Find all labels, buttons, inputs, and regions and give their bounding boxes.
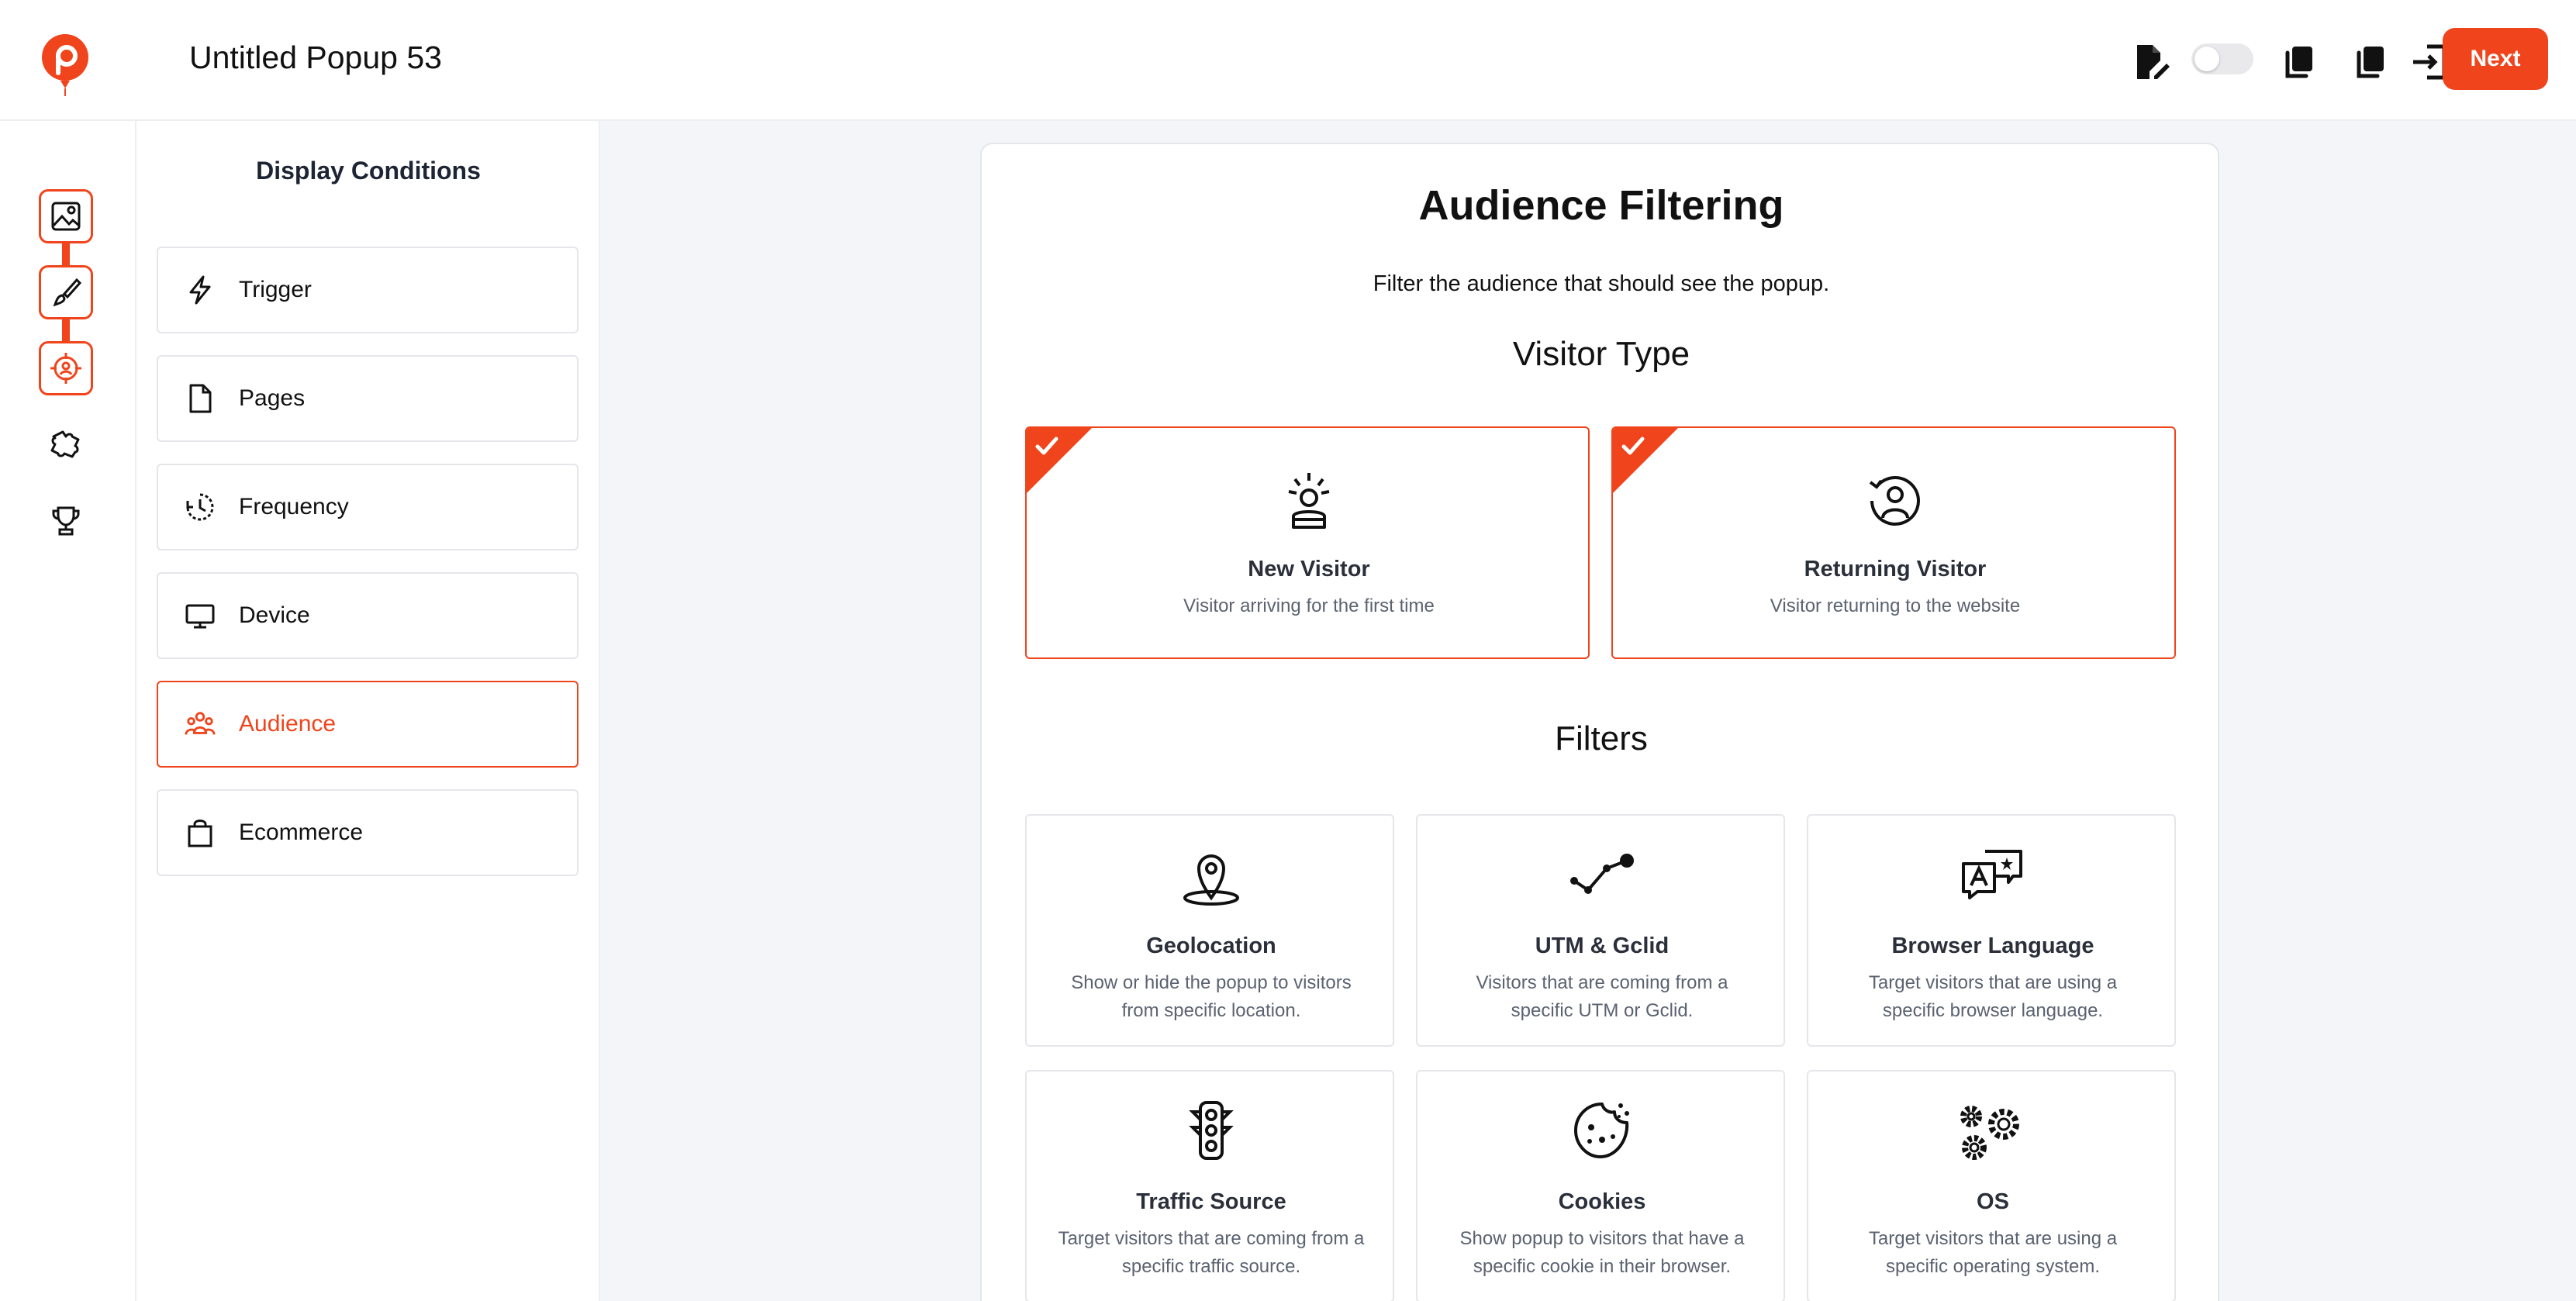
- filter-cookies[interactable]: Cookies Show popup to visitors that have…: [1416, 1070, 1785, 1301]
- filter-desc: Target visitors that are using a specifi…: [1868, 1228, 2118, 1277]
- duplicate-icon[interactable]: [2351, 42, 2391, 82]
- sidebar-item-trigger[interactable]: Trigger: [157, 247, 578, 333]
- page-title[interactable]: Untitled Popup 53: [189, 36, 442, 79]
- step-targeting-button[interactable]: [39, 341, 93, 395]
- monitor-icon: [185, 600, 216, 631]
- step-design-button[interactable]: [39, 265, 93, 319]
- visitor-type-heading: Visitor Type: [1512, 335, 1690, 373]
- analytics-line-icon: [1570, 854, 1634, 894]
- filter-desc: Show or hide the popup to visitors from …: [1071, 972, 1352, 1021]
- filter-desc: Target visitors that are coming from a s…: [1058, 1228, 1365, 1277]
- map-pin-icon: [1183, 854, 1239, 906]
- filters-heading: Filters: [1555, 720, 1648, 757]
- filter-os[interactable]: OS Target visitors that are using a spec…: [1807, 1070, 2176, 1301]
- sidebar-item-label: Ecommerce: [239, 820, 364, 845]
- filter-geolocation[interactable]: Geolocation Show or hide the popup to vi…: [1025, 814, 1394, 1047]
- gears-icon: [1960, 1106, 2019, 1160]
- section-title: Audience Filtering: [1418, 182, 1784, 229]
- step-integrations-button[interactable]: [39, 417, 93, 471]
- audience-filtering-card: Audience Filtering Filter the audience t…: [980, 143, 2219, 1301]
- filter-name: OS: [1977, 1189, 2009, 1214]
- filter-utm-gclid[interactable]: UTM & Gclid Visitors that are coming fro…: [1416, 814, 1785, 1047]
- edit-document-icon[interactable]: [2131, 42, 2171, 82]
- sidebar-item-label: Trigger: [239, 277, 312, 302]
- display-conditions-sidebar: Display Conditions Trigger Pages Frequen…: [136, 121, 600, 1301]
- puzzle-icon: [50, 430, 80, 458]
- toggle-knob: [2194, 47, 2219, 71]
- sidebar-item-pages[interactable]: Pages: [157, 355, 578, 442]
- shopping-bag-icon: [185, 817, 216, 848]
- page-icon: [185, 383, 216, 414]
- step-publish-button[interactable]: [39, 493, 93, 547]
- visitor-type-returning[interactable]: Returning Visitor Visitor returning to t…: [1611, 426, 2176, 659]
- visitor-type-name: Returning Visitor: [1804, 557, 1987, 581]
- step-content-button[interactable]: [39, 189, 93, 243]
- visitor-type-desc: Visitor arriving for the first time: [1183, 595, 1435, 616]
- visitor-type-desc: Visitor returning to the website: [1770, 595, 2021, 616]
- translate-chat-icon: [1962, 850, 2022, 899]
- filter-name: Geolocation: [1146, 933, 1276, 958]
- checkmark-icon: [1621, 437, 1645, 455]
- filter-browser-language[interactable]: Browser Language Target visitors that ar…: [1807, 814, 2176, 1047]
- filter-name: Traffic Source: [1136, 1189, 1286, 1214]
- visitor-type-new[interactable]: New Visitor Visitor arriving for the fir…: [1025, 426, 1590, 659]
- lightning-icon: [185, 274, 216, 305]
- sidebar-item-audience[interactable]: Audience: [157, 681, 578, 768]
- sidebar-item-device[interactable]: Device: [157, 572, 578, 659]
- filter-traffic-source[interactable]: Traffic Source Target visitors that are …: [1025, 1070, 1394, 1301]
- image-icon: [51, 202, 81, 231]
- audience-icon: [185, 709, 216, 740]
- returning-visitor-icon: [1869, 476, 1920, 526]
- top-bar: Untitled Popup 53 Next: [0, 0, 2576, 121]
- logo-icon[interactable]: [40, 33, 90, 98]
- filter-name: Cookies: [1558, 1189, 1646, 1214]
- filter-name: Browser Language: [1891, 933, 2094, 958]
- step-rail: [0, 121, 136, 1301]
- section-subtitle: Filter the audience that should see the …: [1373, 271, 1830, 296]
- brush-icon: [53, 278, 81, 307]
- cookie-icon: [1574, 1103, 1629, 1158]
- traffic-light-icon: [1189, 1101, 1234, 1160]
- trophy-icon: [52, 506, 80, 536]
- sidebar-item-label: Frequency: [239, 494, 349, 519]
- sidebar-item-label: Pages: [239, 385, 306, 411]
- sidebar-item-frequency[interactable]: Frequency: [157, 464, 578, 550]
- main-content: Audience Filtering Filter the audience t…: [600, 121, 2576, 1301]
- sidebar-item-ecommerce[interactable]: Ecommerce: [157, 789, 578, 876]
- copy-icon[interactable]: [2280, 42, 2320, 82]
- filter-desc: Target visitors that are using a specifi…: [1868, 972, 2118, 1021]
- visitor-type-name: New Visitor: [1248, 557, 1370, 581]
- publish-toggle[interactable]: [2191, 43, 2253, 74]
- filter-desc: Show popup to visitors that have a speci…: [1459, 1228, 1745, 1277]
- new-visitor-icon: [1288, 473, 1330, 529]
- filter-desc: Visitors that are coming from a specific…: [1476, 972, 1728, 1021]
- frequency-clock-icon: [185, 492, 216, 523]
- sidebar-item-label: Device: [239, 602, 310, 628]
- filter-name: UTM & Gclid: [1535, 933, 1670, 958]
- target-icon: [50, 353, 81, 384]
- sidebar-item-label: Audience: [239, 711, 337, 737]
- sidebar-title: Display Conditions: [256, 157, 481, 185]
- next-button[interactable]: Next: [2443, 28, 2548, 90]
- checkmark-icon: [1035, 437, 1058, 455]
